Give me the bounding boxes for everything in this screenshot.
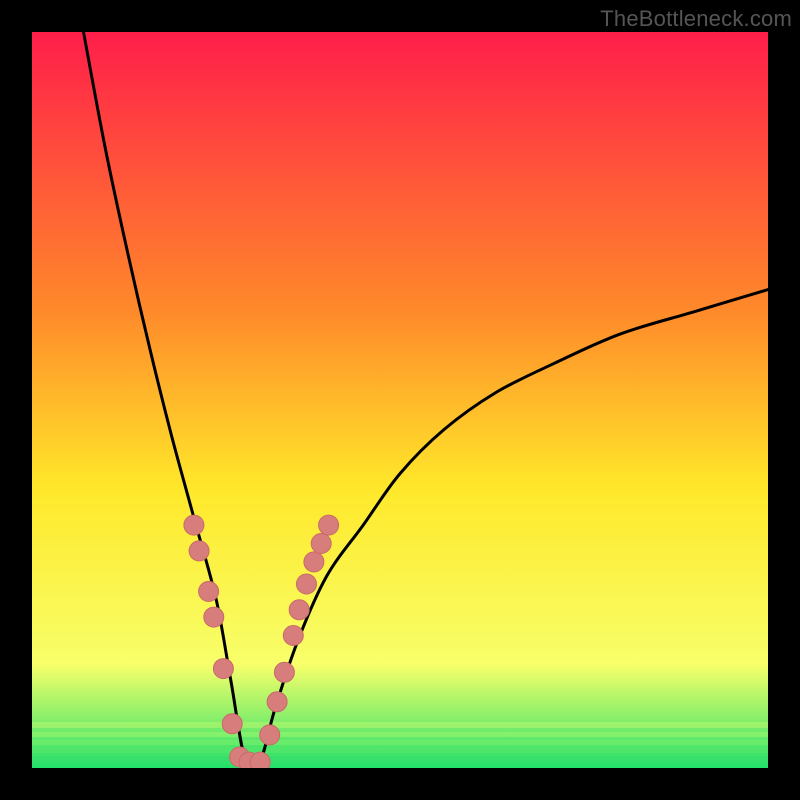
curve-marker	[222, 714, 242, 734]
curve-marker	[319, 515, 339, 535]
curve-marker	[260, 725, 280, 745]
curve-marker	[311, 534, 331, 554]
gradient-background	[32, 32, 768, 768]
curve-marker	[289, 600, 309, 620]
curve-marker	[189, 541, 209, 561]
curve-marker	[297, 574, 317, 594]
curve-marker	[283, 626, 303, 646]
chart-frame	[32, 32, 768, 768]
curve-marker	[213, 659, 233, 679]
bottom-bands	[32, 722, 768, 762]
curve-marker	[267, 692, 287, 712]
bottleneck-chart	[32, 32, 768, 768]
watermark-text: TheBottleneck.com	[600, 6, 792, 32]
curve-marker	[274, 662, 294, 682]
curve-marker	[304, 552, 324, 572]
curve-marker	[204, 607, 224, 627]
curve-marker	[184, 515, 204, 535]
curve-marker	[250, 752, 270, 768]
curve-marker	[199, 581, 219, 601]
